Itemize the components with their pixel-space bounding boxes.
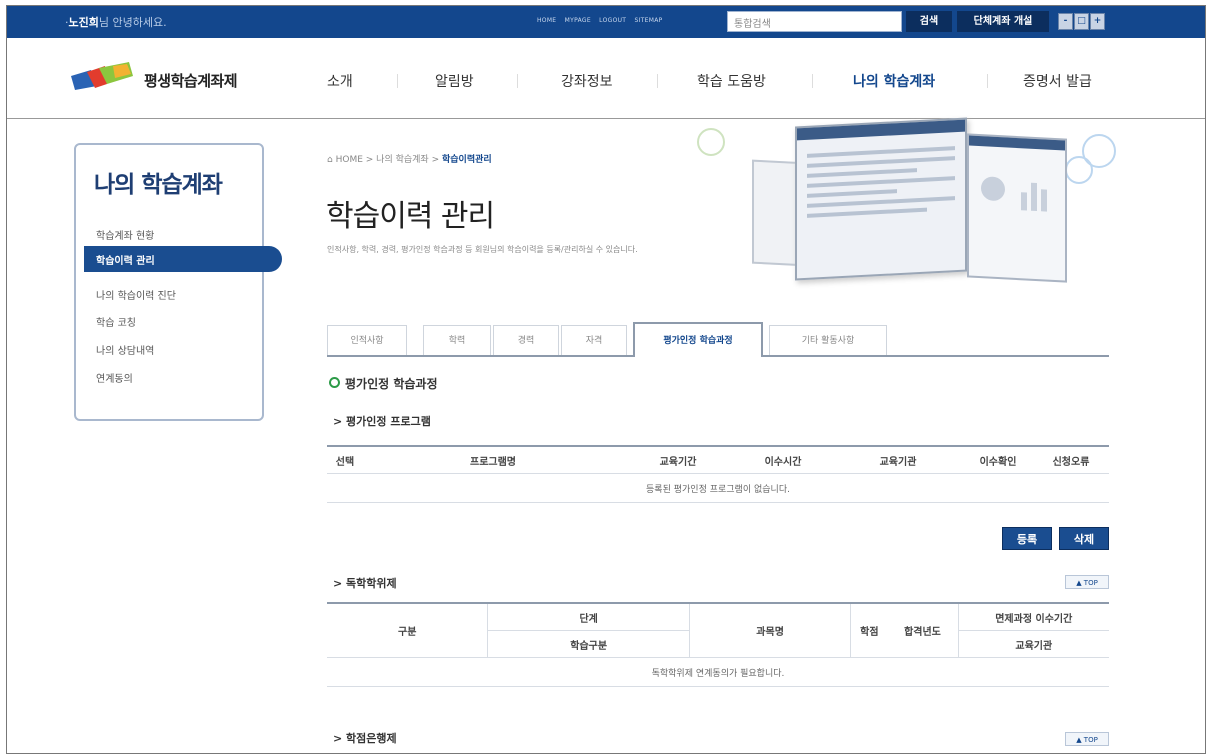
col-study-type: 학습구분 — [487, 630, 690, 658]
col-stage: 단계 — [487, 602, 690, 631]
breadcrumb-mid[interactable]: 나의 학습계좌 — [376, 155, 429, 165]
book-logo-icon[interactable] — [69, 62, 135, 92]
side-item-diagnosis[interactable]: 나의 학습이력 진단 — [96, 287, 176, 302]
greeting: ·노진희님 안녕하세요. — [65, 16, 167, 29]
logo-text[interactable]: 평생학습계좌제 — [144, 70, 238, 91]
credit-bank-title-text: 학점은행제 — [346, 732, 397, 745]
side-item-consent[interactable]: 연계동의 — [96, 370, 133, 385]
page-title: 학습이력 관리 — [326, 199, 495, 234]
page-frame: ·노진희님 안녕하세요. HOME MYPAGE LOGOUT SITEMAP … — [6, 5, 1206, 754]
col-error: 신청오류 — [1033, 445, 1109, 474]
col-exempt-period: 면제과정 이수기간 — [958, 602, 1109, 631]
nav-divider — [397, 74, 398, 88]
decor-circle — [697, 128, 725, 156]
program-table: 선택 프로그램명 교육기간 이수시간 교육기관 이수확인 신청오류 등록된 평가… — [327, 445, 1109, 503]
breadcrumb-current: 학습이력관리 — [441, 155, 492, 165]
chart-illustration-icon — [981, 176, 1047, 212]
nav-divider — [987, 74, 988, 88]
circle-bullet-icon — [329, 377, 340, 388]
breadcrumb: ⌂ HOME > 나의 학습계좌 > 학습이력관리 — [327, 155, 492, 165]
self-study-title: > 독학학위제 — [333, 577, 397, 590]
side-item-counsel[interactable]: 나의 상담내역 — [96, 342, 154, 357]
nav-notice[interactable]: 알림방 — [435, 71, 474, 91]
self-study-empty-message: 독학학위제 연계동의가 필요합니다. — [327, 657, 1109, 687]
nav-help[interactable]: 학습 도움방 — [697, 71, 766, 91]
col-program-name: 프로그램명 — [363, 445, 623, 474]
col-gubun: 구분 — [327, 602, 489, 658]
user-name: 노진희 — [68, 16, 99, 29]
side-item-history-active[interactable]: 학습이력 관리 — [84, 246, 282, 272]
col-credit: 학점 — [850, 602, 888, 658]
program-title-text: 평가인정 프로그램 — [346, 415, 431, 428]
col-subject: 과목명 — [689, 602, 852, 658]
font-larger-button[interactable]: + — [1090, 13, 1105, 30]
col-edu-institution: 교육기관 — [958, 630, 1109, 658]
col-completion: 이수확인 — [963, 445, 1033, 474]
tab-other-activity[interactable]: 기타 활동사항 — [769, 325, 887, 355]
tab-license[interactable]: 자격 — [561, 325, 627, 355]
side-nav-title: 나의 학습계좌 — [94, 172, 223, 198]
illustration-screen — [795, 117, 967, 281]
tab-bar: 인적사항 학력 경력 자격 평가인정 학습과정 기타 활동사항 — [327, 322, 1109, 357]
top-button[interactable]: ▲ TOP — [1065, 732, 1109, 746]
link-home[interactable]: HOME — [537, 17, 556, 24]
link-logout[interactable]: LOGOUT — [599, 17, 626, 24]
side-nav: 나의 학습계좌 학습계좌 현황 학습이력 관리 나의 학습이력 진단 학습 코칭… — [74, 143, 282, 421]
tab-accredited-course[interactable]: 평가인정 학습과정 — [633, 322, 763, 357]
main-nav: 평생학습계좌제 소개 알림방 강좌정보 학습 도움방 나의 학습계좌 증명서 발… — [7, 38, 1205, 119]
link-mypage[interactable]: MYPAGE — [565, 17, 591, 24]
nav-divider — [657, 74, 658, 88]
program-title: > 평가인정 프로그램 — [333, 415, 431, 428]
nav-intro[interactable]: 소개 — [327, 71, 353, 91]
section-title: 평가인정 학습과정 — [329, 375, 438, 392]
page-description: 인적사항, 학력, 경력, 평가인정 학습과정 등 회원님의 학습이력을 등록/… — [327, 245, 638, 254]
top-bar: ·노진희님 안녕하세요. HOME MYPAGE LOGOUT SITEMAP … — [7, 6, 1205, 38]
col-hours: 이수시간 — [733, 445, 833, 474]
side-item-status[interactable]: 학습계좌 현황 — [96, 227, 154, 242]
tab-career[interactable]: 경력 — [493, 325, 559, 355]
nav-courses[interactable]: 강좌정보 — [561, 71, 613, 91]
nav-certificate[interactable]: 증명서 발급 — [1023, 71, 1092, 91]
breadcrumb-home[interactable]: HOME — [336, 155, 363, 165]
section-title-text: 평가인정 학습과정 — [345, 377, 438, 391]
top-button[interactable]: ▲ TOP — [1065, 575, 1109, 589]
tab-education[interactable]: 학력 — [423, 325, 491, 355]
side-item-history[interactable]: 학습이력 관리 — [96, 252, 155, 267]
search-button[interactable]: 검색 — [906, 11, 952, 32]
col-pass-year: 합격년도 — [887, 602, 959, 658]
font-default-button[interactable]: □ — [1074, 13, 1089, 30]
font-smaller-button[interactable]: - — [1058, 13, 1073, 30]
col-institution: 교육기관 — [833, 445, 963, 474]
decor-circle — [1065, 156, 1093, 184]
col-period: 교육기간 — [623, 445, 733, 474]
group-account-button[interactable]: 단체계좌 개설 — [957, 11, 1049, 32]
side-item-coaching[interactable]: 학습 코칭 — [96, 314, 136, 329]
self-study-table: 구분 단계 과목명 학점 합격년도 면제과정 이수기간 학습구분 교육기관 독학… — [327, 602, 1109, 687]
illustration-screen — [967, 133, 1067, 283]
tab-personal[interactable]: 인적사항 — [327, 325, 407, 355]
home-icon: ⌂ — [327, 155, 333, 165]
credit-bank-title: > 학점은행제 — [333, 732, 397, 745]
register-button[interactable]: 등록 — [1002, 527, 1052, 550]
nav-my-account[interactable]: 나의 학습계좌 — [853, 71, 935, 91]
greeting-suffix: 님 안녕하세요. — [98, 16, 167, 29]
util-links: HOME MYPAGE LOGOUT SITEMAP — [537, 17, 669, 24]
program-empty-message: 등록된 평가인정 프로그램이 없습니다. — [327, 473, 1109, 503]
self-study-title-text: 독학학위제 — [346, 577, 397, 590]
delete-button[interactable]: 삭제 — [1059, 527, 1109, 550]
link-sitemap[interactable]: SITEMAP — [634, 17, 662, 24]
top-button-label: TOP — [1083, 579, 1098, 587]
col-select: 선택 — [327, 445, 363, 474]
nav-divider — [517, 74, 518, 88]
top-button-label: TOP — [1083, 736, 1098, 744]
nav-divider — [812, 74, 813, 88]
search-input[interactable]: 통합검색 — [727, 11, 902, 32]
